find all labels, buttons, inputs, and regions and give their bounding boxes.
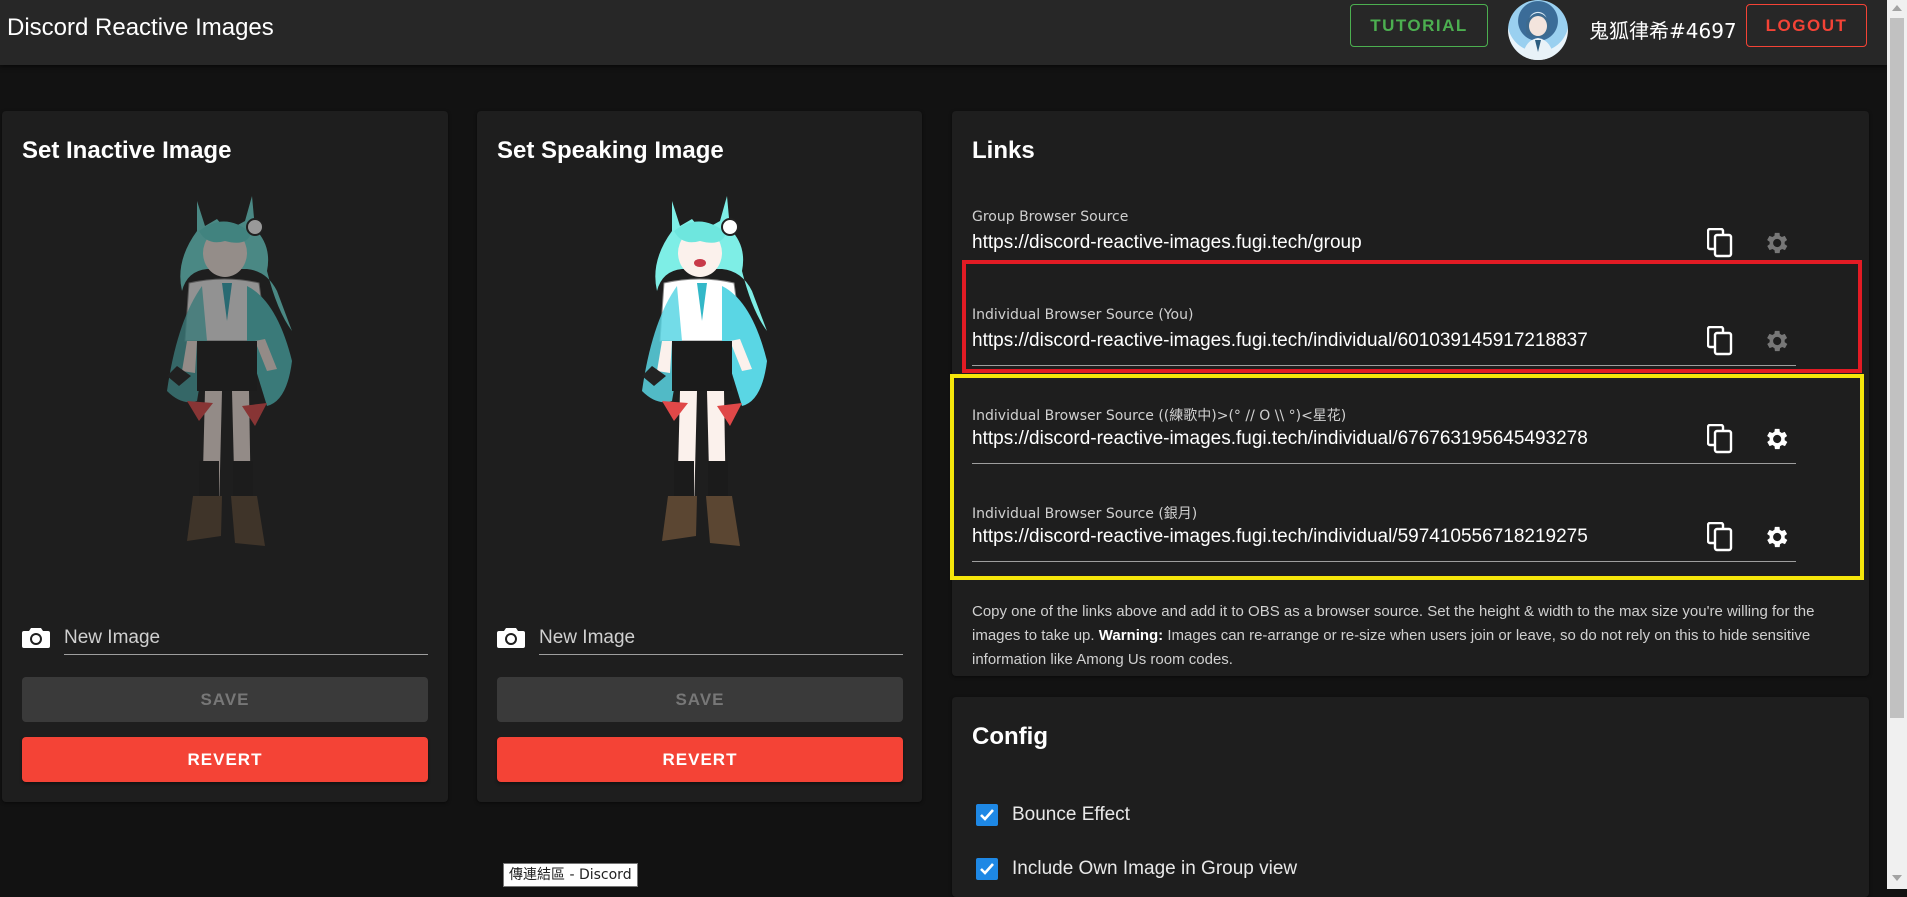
inactive-card-title: Set Inactive Image — [22, 137, 232, 164]
speaking-character-image — [642, 196, 767, 546]
config-card: Config Bounce Effect Include Own Image i… — [952, 697, 1869, 897]
links-title: Links — [972, 137, 1035, 164]
inactive-save-button[interactable]: SAVE — [22, 677, 428, 722]
checkbox-checked-icon[interactable] — [976, 804, 998, 826]
checkbox-checked-icon[interactable] — [976, 858, 998, 880]
highlight-box-red — [962, 260, 1862, 373]
speaking-image-field — [497, 614, 903, 662]
scroll-thumb[interactable] — [1890, 18, 1904, 718]
speaking-card-title: Set Speaking Image — [497, 137, 724, 164]
app-title: Discord Reactive Images — [7, 14, 274, 41]
inactive-image-input[interactable] — [64, 621, 428, 655]
speaking-image-input[interactable] — [539, 621, 903, 655]
help-text-warning: Warning: — [1098, 627, 1164, 644]
config-title: Config — [972, 723, 1048, 750]
bounce-effect-label[interactable]: Bounce Effect — [1012, 804, 1130, 826]
page-scrollbar[interactable] — [1887, 0, 1907, 889]
avatar[interactable] — [1508, 0, 1568, 60]
link-url[interactable]: https://discord-reactive-images.fugi.tec… — [972, 232, 1362, 254]
logout-button[interactable]: LOGOUT — [1746, 4, 1867, 47]
username: 鬼狐律希#4697 — [1589, 19, 1737, 43]
gear-icon[interactable] — [1760, 227, 1792, 259]
scroll-up-arrow-icon[interactable] — [1892, 5, 1902, 11]
camera-icon[interactable] — [497, 626, 525, 648]
tutorial-button[interactable]: TUTORIAL — [1350, 4, 1488, 47]
scroll-down-arrow-icon[interactable] — [1892, 875, 1902, 881]
inactive-image-card: Set Inactive Image SAVE REVERT — [2, 111, 448, 802]
speaking-save-button[interactable]: SAVE — [497, 677, 903, 722]
inactive-character-image — [167, 196, 292, 546]
app-bar: Discord Reactive Images TUTORIAL 鬼狐律希#46… — [0, 0, 1887, 65]
include-own-image-label[interactable]: Include Own Image in Group view — [1012, 858, 1297, 880]
inactive-image-field — [22, 614, 428, 662]
inactive-revert-button[interactable]: REVERT — [22, 737, 428, 782]
help-text-warning-detail: Images can re-arrange or re-size when us… — [972, 627, 1811, 668]
window-tooltip: 傳連結區 - Discord — [503, 863, 638, 887]
copy-icon[interactable] — [1704, 227, 1736, 259]
links-help-text: Copy one of the links above and add it t… — [972, 600, 1847, 672]
speaking-revert-button[interactable]: REVERT — [497, 737, 903, 782]
speaking-image-card: Set Speaking Image SAVE REVERT — [477, 111, 922, 802]
avatar-image — [1522, 13, 1554, 60]
link-label: Group Browser Source — [972, 209, 1129, 225]
highlight-box-yellow — [950, 374, 1864, 580]
camera-icon[interactable] — [22, 626, 50, 648]
